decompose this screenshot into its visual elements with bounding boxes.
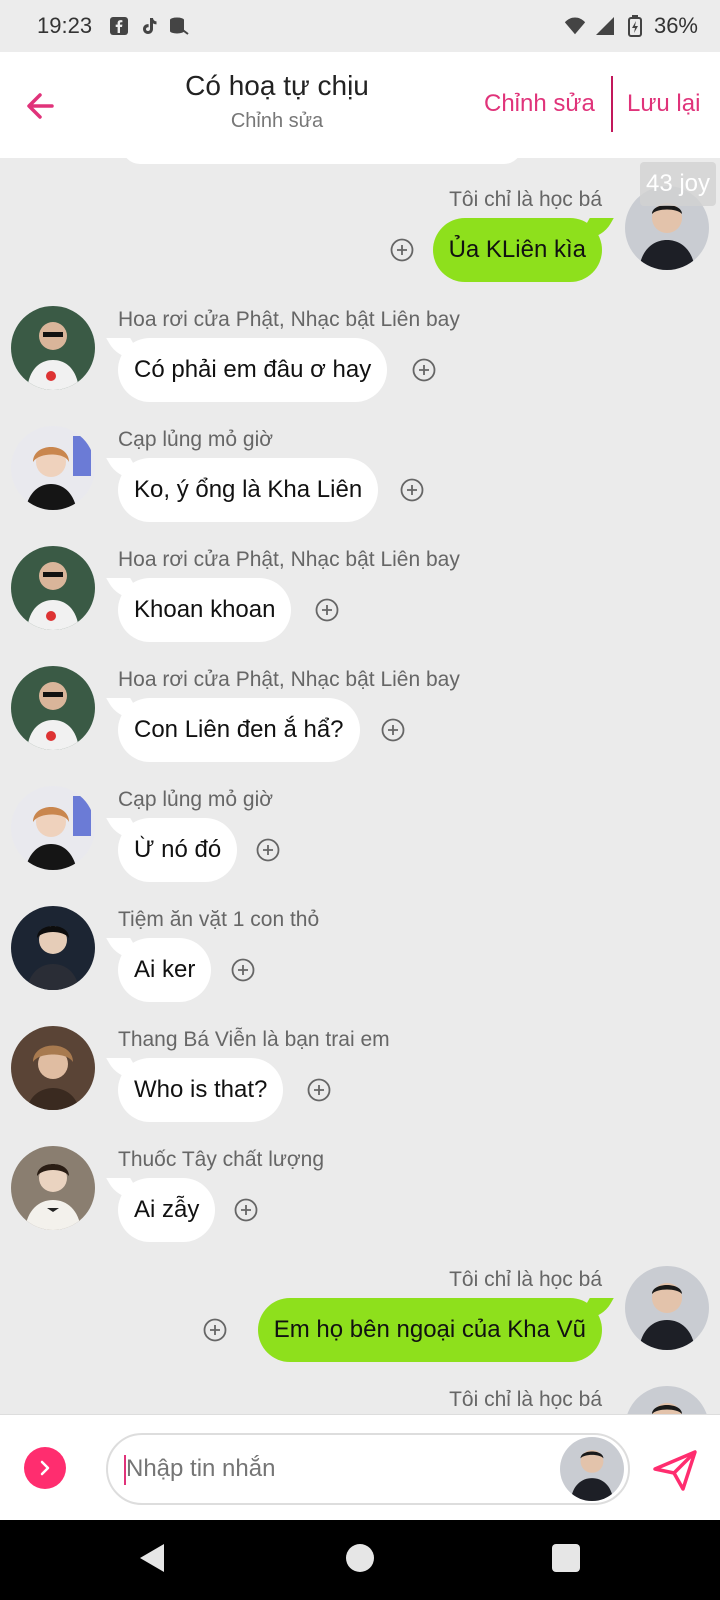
save-button[interactable]: Lưu lại (627, 90, 700, 118)
edit-button[interactable]: Chỉnh sửa (484, 90, 595, 118)
sender-name: Hoa rơi cửa Phật, Nhạc bật Liên bay (118, 668, 460, 691)
status-time: 19:23 (37, 13, 93, 38)
message-row: Thuốc Tây chất lượng Ai zẫy (0, 1144, 720, 1262)
chat-header: Có hoạ tự chịu Chỉnh sửa Chỉnh sửa Lưu l… (0, 52, 720, 158)
storage-icon (168, 15, 190, 37)
system-nav-bar (0, 1520, 720, 1600)
sender-name: Tiệm ăn vặt 1 con thỏ (118, 908, 320, 931)
sender-name: Thuốc Tây chất lượng (118, 1148, 325, 1171)
sender-name: Hoa rơi cửa Phật, Nhạc bật Liên bay (118, 308, 460, 331)
message-row: Cạp lủng mỏ giờ Ừ nó đó (0, 784, 720, 902)
avatar[interactable] (625, 1386, 709, 1414)
add-reaction-icon[interactable] (203, 1318, 227, 1342)
sender-name: Tôi chỉ là học bá (449, 1388, 602, 1411)
add-reaction-icon[interactable] (231, 958, 255, 982)
message-row: Cạp lủng mỏ giờ Ko, ý ổng là Kha Liên (0, 424, 720, 542)
tiktok-icon (138, 15, 160, 37)
avatar[interactable] (11, 546, 95, 630)
avatar[interactable] (11, 426, 95, 510)
status-bar: 19:23 36% (0, 0, 720, 52)
page-subtitle: Chỉnh sửa (230, 110, 324, 132)
sender-name: Hoa rơi cửa Phật, Nhạc bật Liên bay (118, 548, 460, 571)
page-title: Có hoạ tự chịu (185, 70, 369, 101)
back-button[interactable] (22, 86, 62, 126)
avatar[interactable] (11, 306, 95, 390)
arrow-left-icon (27, 93, 54, 119)
message-row: Tôi chỉ là học bá Em họ bên ngoại của Kh… (0, 1264, 720, 1382)
send-icon (653, 1450, 697, 1491)
sender-name: Tôi chỉ là học bá (449, 1268, 602, 1291)
message-bubble[interactable]: Ừ nó đó (118, 818, 238, 882)
message-bubble[interactable]: Ai ker (118, 938, 212, 1002)
avatar[interactable] (11, 1026, 95, 1110)
avatar[interactable] (11, 906, 95, 990)
avatar[interactable] (625, 1266, 709, 1350)
signal-icon (594, 15, 616, 37)
message-input-bar (0, 1414, 720, 1520)
message-row: Tôi chỉ là học bá Ủa KLiên kìa (0, 184, 720, 302)
battery-charging-icon (624, 15, 646, 37)
message-input[interactable] (106, 1433, 630, 1505)
message-bubble[interactable]: Ủa KLiên kìa (432, 218, 602, 282)
message-row: Tiệm ăn vặt 1 con thỏ Ai ker (0, 904, 720, 1022)
facebook-icon (108, 15, 130, 37)
add-reaction-icon[interactable] (412, 358, 436, 382)
add-reaction-icon[interactable] (381, 718, 405, 742)
expand-button[interactable] (24, 1447, 66, 1489)
text-cursor (124, 1455, 126, 1485)
title-block: Có hoạ tự chịu Chỉnh sửa (150, 70, 404, 133)
message-bubble[interactable]: Em họ bên ngoại của Kha Vũ (257, 1298, 602, 1362)
sender-name: Cạp lủng mỏ giờ (118, 788, 274, 811)
nav-home-icon[interactable] (346, 1544, 374, 1572)
add-reaction-icon[interactable] (234, 1198, 258, 1222)
joy-badge: 43 joy (640, 162, 716, 206)
sender-name: Cạp lủng mỏ giờ (118, 428, 274, 451)
avatar[interactable] (11, 786, 95, 870)
message-row: Hoa rơi cửa Phật, Nhạc bật Liên bay Khoa… (0, 544, 720, 662)
chevron-right-icon (40, 1460, 50, 1476)
message-bubble[interactable]: Khoan khoan (118, 578, 292, 642)
battery-level: 36% (653, 13, 698, 38)
nav-recents-icon[interactable] (552, 1544, 580, 1572)
message-bubble[interactable]: Ko, ý ổng là Kha Liên (118, 458, 379, 522)
character-avatar[interactable] (560, 1437, 624, 1501)
message-bubble[interactable]: Con Liên đen ắ hẩ? (118, 698, 360, 762)
message-bubble[interactable]: Ai zẫy (118, 1178, 216, 1242)
chat-area[interactable]: Tôi chỉ là học bá Ủa KLiên kìa 43 joy Ho… (0, 158, 720, 1414)
add-reaction-icon[interactable] (256, 838, 280, 862)
add-reaction-icon[interactable] (307, 1078, 331, 1102)
header-divider (611, 76, 613, 132)
add-reaction-icon[interactable] (400, 478, 424, 502)
message-row: Hoa rơi cửa Phật, Nhạc bật Liên bay Có p… (0, 304, 720, 422)
avatar[interactable] (11, 1146, 95, 1230)
message-row: Thang Bá Viễn là bạn trai em Who is that… (0, 1024, 720, 1142)
add-reaction-icon[interactable] (390, 238, 414, 262)
sender-name: Tôi chỉ là học bá (449, 188, 602, 211)
nav-back-icon[interactable] (136, 1542, 166, 1574)
message-row: Hoa rơi cửa Phật, Nhạc bật Liên bay Con … (0, 664, 720, 782)
message-bubble[interactable]: Who is that? (118, 1058, 284, 1122)
message-row: Tôi chỉ là học bá (0, 1384, 720, 1414)
avatar[interactable] (11, 666, 95, 750)
message-bubble[interactable]: Có phải em đâu ơ hay (118, 338, 388, 402)
wifi-icon (564, 15, 586, 37)
send-button[interactable] (650, 1445, 700, 1495)
partial-message-bubble (122, 158, 522, 164)
sender-name: Thang Bá Viễn là bạn trai em (118, 1028, 390, 1051)
add-reaction-icon[interactable] (315, 598, 339, 622)
